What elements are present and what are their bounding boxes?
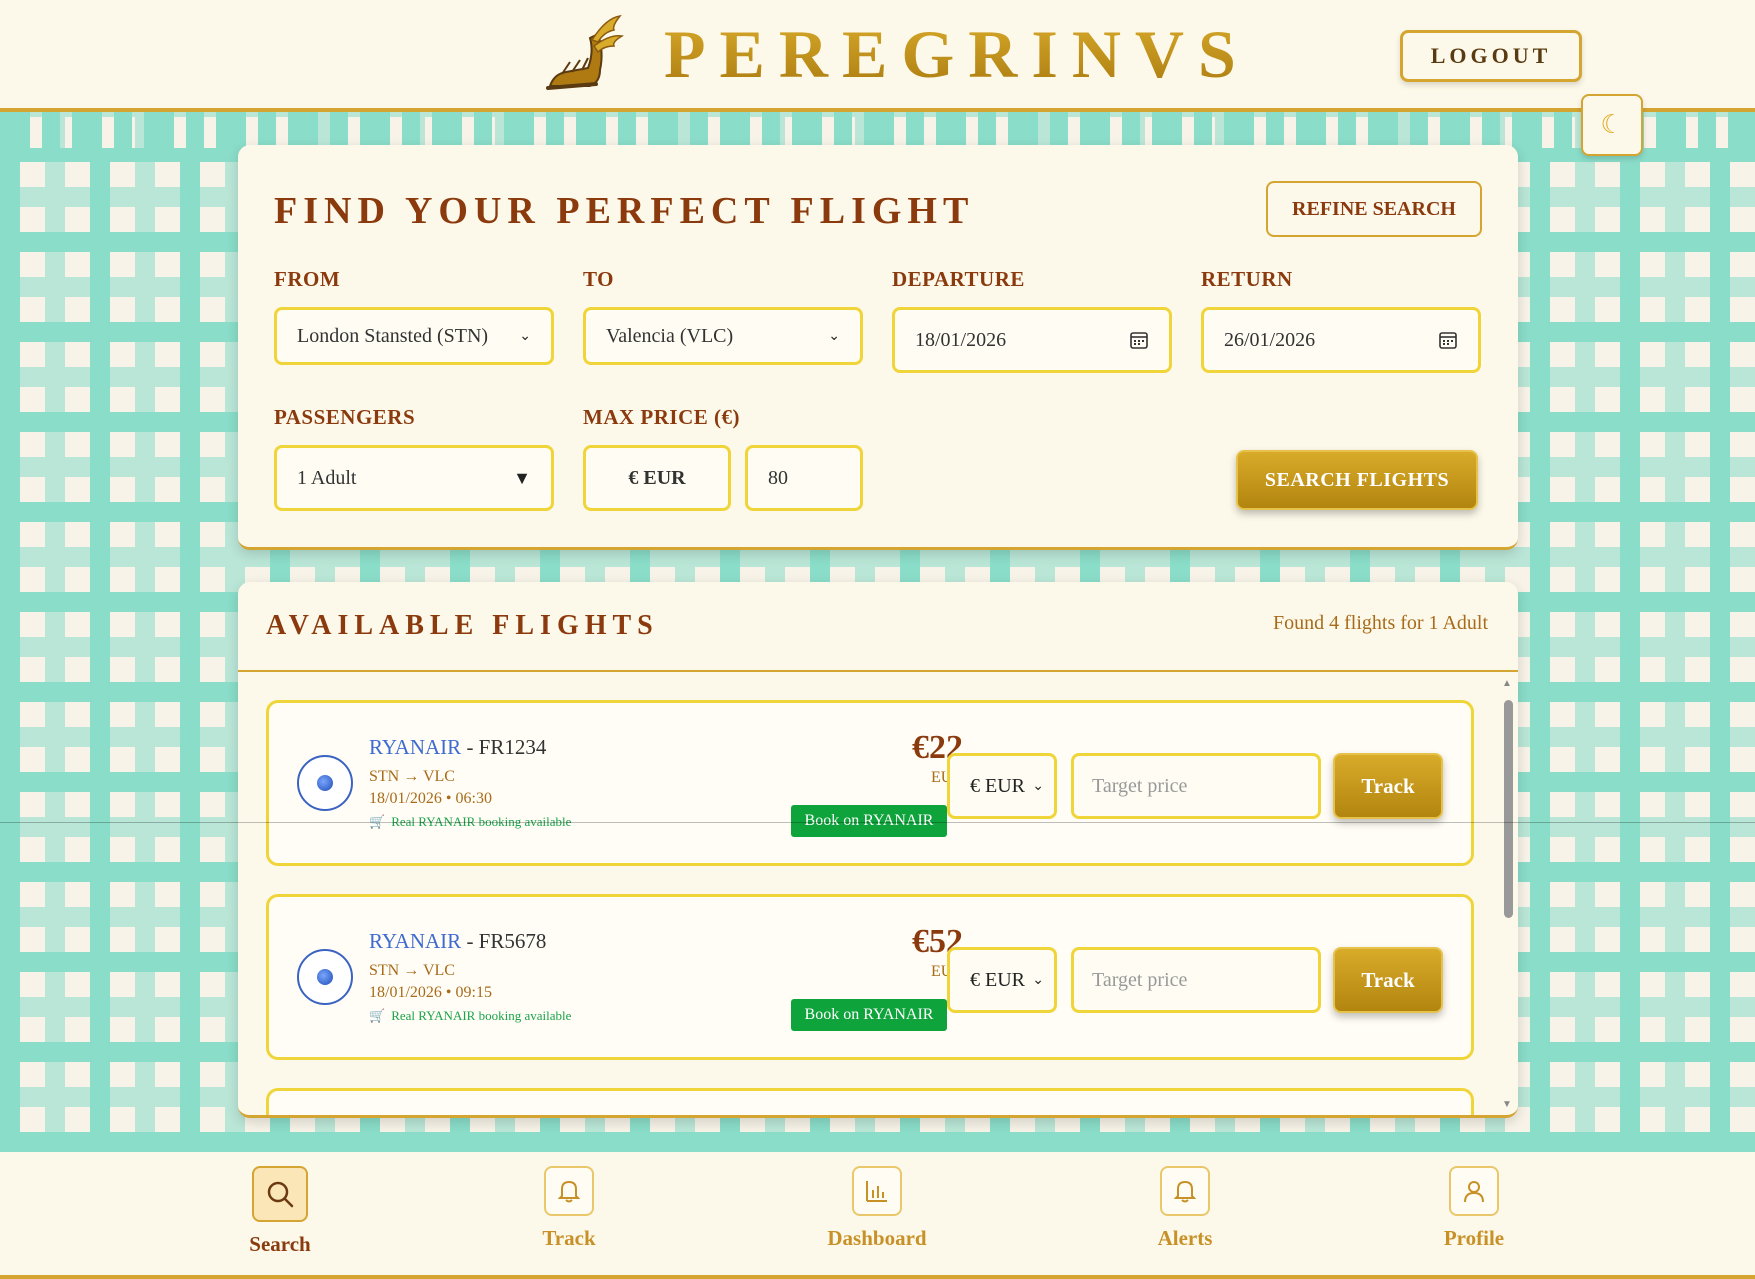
scroll-up-arrow-icon[interactable]: ▲ [1502,678,1512,689]
results-panel: AVAILABLE FLIGHTS Found 4 flights for 1 … [238,582,1518,1118]
return-value: 26/01/2026 [1224,328,1316,351]
nav-item-search[interactable]: Search [200,1166,360,1257]
alert-currency-select[interactable]: € EUR ⌄ [947,753,1057,819]
logout-button[interactable]: LOGOUT [1400,30,1582,82]
flight-number: - FR5678 [461,929,547,953]
max-price-input[interactable]: 80 [745,445,863,511]
to-value: Valencia (VLC) [606,324,734,347]
chevron-down-icon: ⌄ [519,328,531,344]
currency-value: € EUR [628,466,686,489]
brand-name: PEREGRINVS [664,15,1250,92]
nav-label: Alerts [1157,1226,1213,1250]
bell-icon [1173,1180,1197,1203]
departure-label: DEPARTURE [892,267,1025,291]
return-date-input[interactable]: 26/01/2026 [1201,307,1481,373]
search-title: FIND YOUR PERFECT FLIGHT [274,190,975,232]
flight-route: STN → VLC [369,962,455,979]
departure-date-input[interactable]: 18/01/2026 [892,307,1172,373]
brand-logo[interactable]: PEREGRINVS [540,12,1250,96]
currency-select[interactable]: € EUR [583,445,731,511]
app-header: PEREGRINVS LOGOUT [0,0,1755,112]
airline-name: RYANAIR [369,929,462,953]
flight-route: STN → VLC [369,768,455,785]
book-button[interactable]: Book on RYANAIR [791,999,947,1031]
flight-datetime: 18/01/2026 • 09:15 [369,984,492,1001]
max-price-label: MAX PRICE (€) [583,405,740,429]
divider-line [0,822,1755,823]
chevron-down-icon: ⌄ [1032,778,1044,794]
airline-logo [297,949,353,1005]
alert-currency-value: € EUR [970,774,1025,797]
flight-list[interactable]: RYANAIR - FR1234 STN → VLC 18/01/2026 • … [266,700,1474,1115]
results-scrollbar[interactable]: ▲ ▼ [1498,678,1518,1110]
track-button[interactable]: Track [1333,947,1443,1013]
cart-icon: 🛒 [369,1008,386,1023]
from-select[interactable]: London Stansted (STN) ⌄ [274,307,554,365]
alert-currency-select[interactable]: € EUR ⌄ [947,947,1057,1013]
booking-note-text: Real RYANAIR booking available [391,1008,572,1023]
scroll-thumb[interactable] [1504,700,1513,918]
nav-item-track[interactable]: Track [489,1166,649,1251]
flight-name: RYANAIR - FR1234 [369,735,571,760]
passengers-label: PASSENGERS [274,405,416,429]
flight-card: RYANAIR - FR5678 STN → VLC 18/01/2026 • … [266,894,1474,1060]
departure-value: 18/01/2026 [915,328,1007,351]
flight-datetime: 18/01/2026 • 06:30 [369,790,492,807]
passengers-value: 1 Adult [297,466,357,489]
nav-label: Search [249,1232,311,1256]
nav-item-alerts[interactable]: Alerts [1105,1166,1265,1251]
track-button[interactable]: Track [1333,753,1443,819]
flight-name: RYANAIR - FR5678 [369,929,571,954]
winged-sandal-icon [546,14,624,90]
scroll-down-arrow-icon[interactable]: ▼ [1502,1099,1512,1110]
passengers-select[interactable]: 1 Adult ▼ [274,445,554,511]
bell-icon [557,1180,581,1203]
search-flights-button[interactable]: SEARCH FLIGHTS [1236,450,1478,510]
chevron-down-icon: ⌄ [1032,972,1044,988]
results-header: AVAILABLE FLIGHTS Found 4 flights for 1 … [238,582,1518,672]
from-value: London Stansted (STN) [297,324,489,347]
results-title: AVAILABLE FLIGHTS [266,610,659,641]
max-price-value: 80 [768,466,788,489]
bar-chart-icon [866,1181,887,1202]
nav-label: Dashboard [827,1226,927,1250]
refine-search-button[interactable]: REFINE SEARCH [1266,181,1482,237]
triangle-down-icon: ▼ [513,467,531,488]
from-label: FROM [274,267,341,291]
flight-card [266,1088,1474,1115]
airline-name: RYANAIR [369,735,462,759]
results-count: Found 4 flights for 1 Adult [1272,612,1488,634]
target-price-input[interactable]: Target price [1071,753,1321,819]
calendar-icon[interactable] [1129,330,1149,350]
theme-toggle-button[interactable]: ☾ [1581,94,1643,156]
nav-label: Track [542,1226,596,1250]
bottom-navigation: Search Track Dashboard Alerts Profile [0,1152,1755,1279]
user-icon [1464,1181,1484,1203]
moon-icon: ☾ [1600,110,1624,139]
chevron-down-icon: ⌄ [828,328,840,344]
airline-logo [297,755,353,811]
search-icon [267,1181,294,1208]
return-label: RETURN [1201,267,1293,291]
book-button[interactable]: Book on RYANAIR [791,805,947,837]
to-select[interactable]: Valencia (VLC) ⌄ [583,307,863,365]
nav-item-profile[interactable]: Profile [1394,1166,1554,1251]
alert-currency-value: € EUR [970,968,1025,991]
search-panel: FIND YOUR PERFECT FLIGHT REFINE SEARCH F… [238,145,1518,550]
calendar-icon[interactable] [1438,330,1458,350]
nav-label: Profile [1443,1226,1505,1250]
target-price-input[interactable]: Target price [1071,947,1321,1013]
booking-note: 🛒 Real RYANAIR booking available [369,1008,571,1024]
to-label: TO [583,267,614,291]
flight-card: RYANAIR - FR1234 STN → VLC 18/01/2026 • … [266,700,1474,866]
flight-number: - FR1234 [461,735,547,759]
nav-item-dashboard[interactable]: Dashboard [797,1166,957,1251]
